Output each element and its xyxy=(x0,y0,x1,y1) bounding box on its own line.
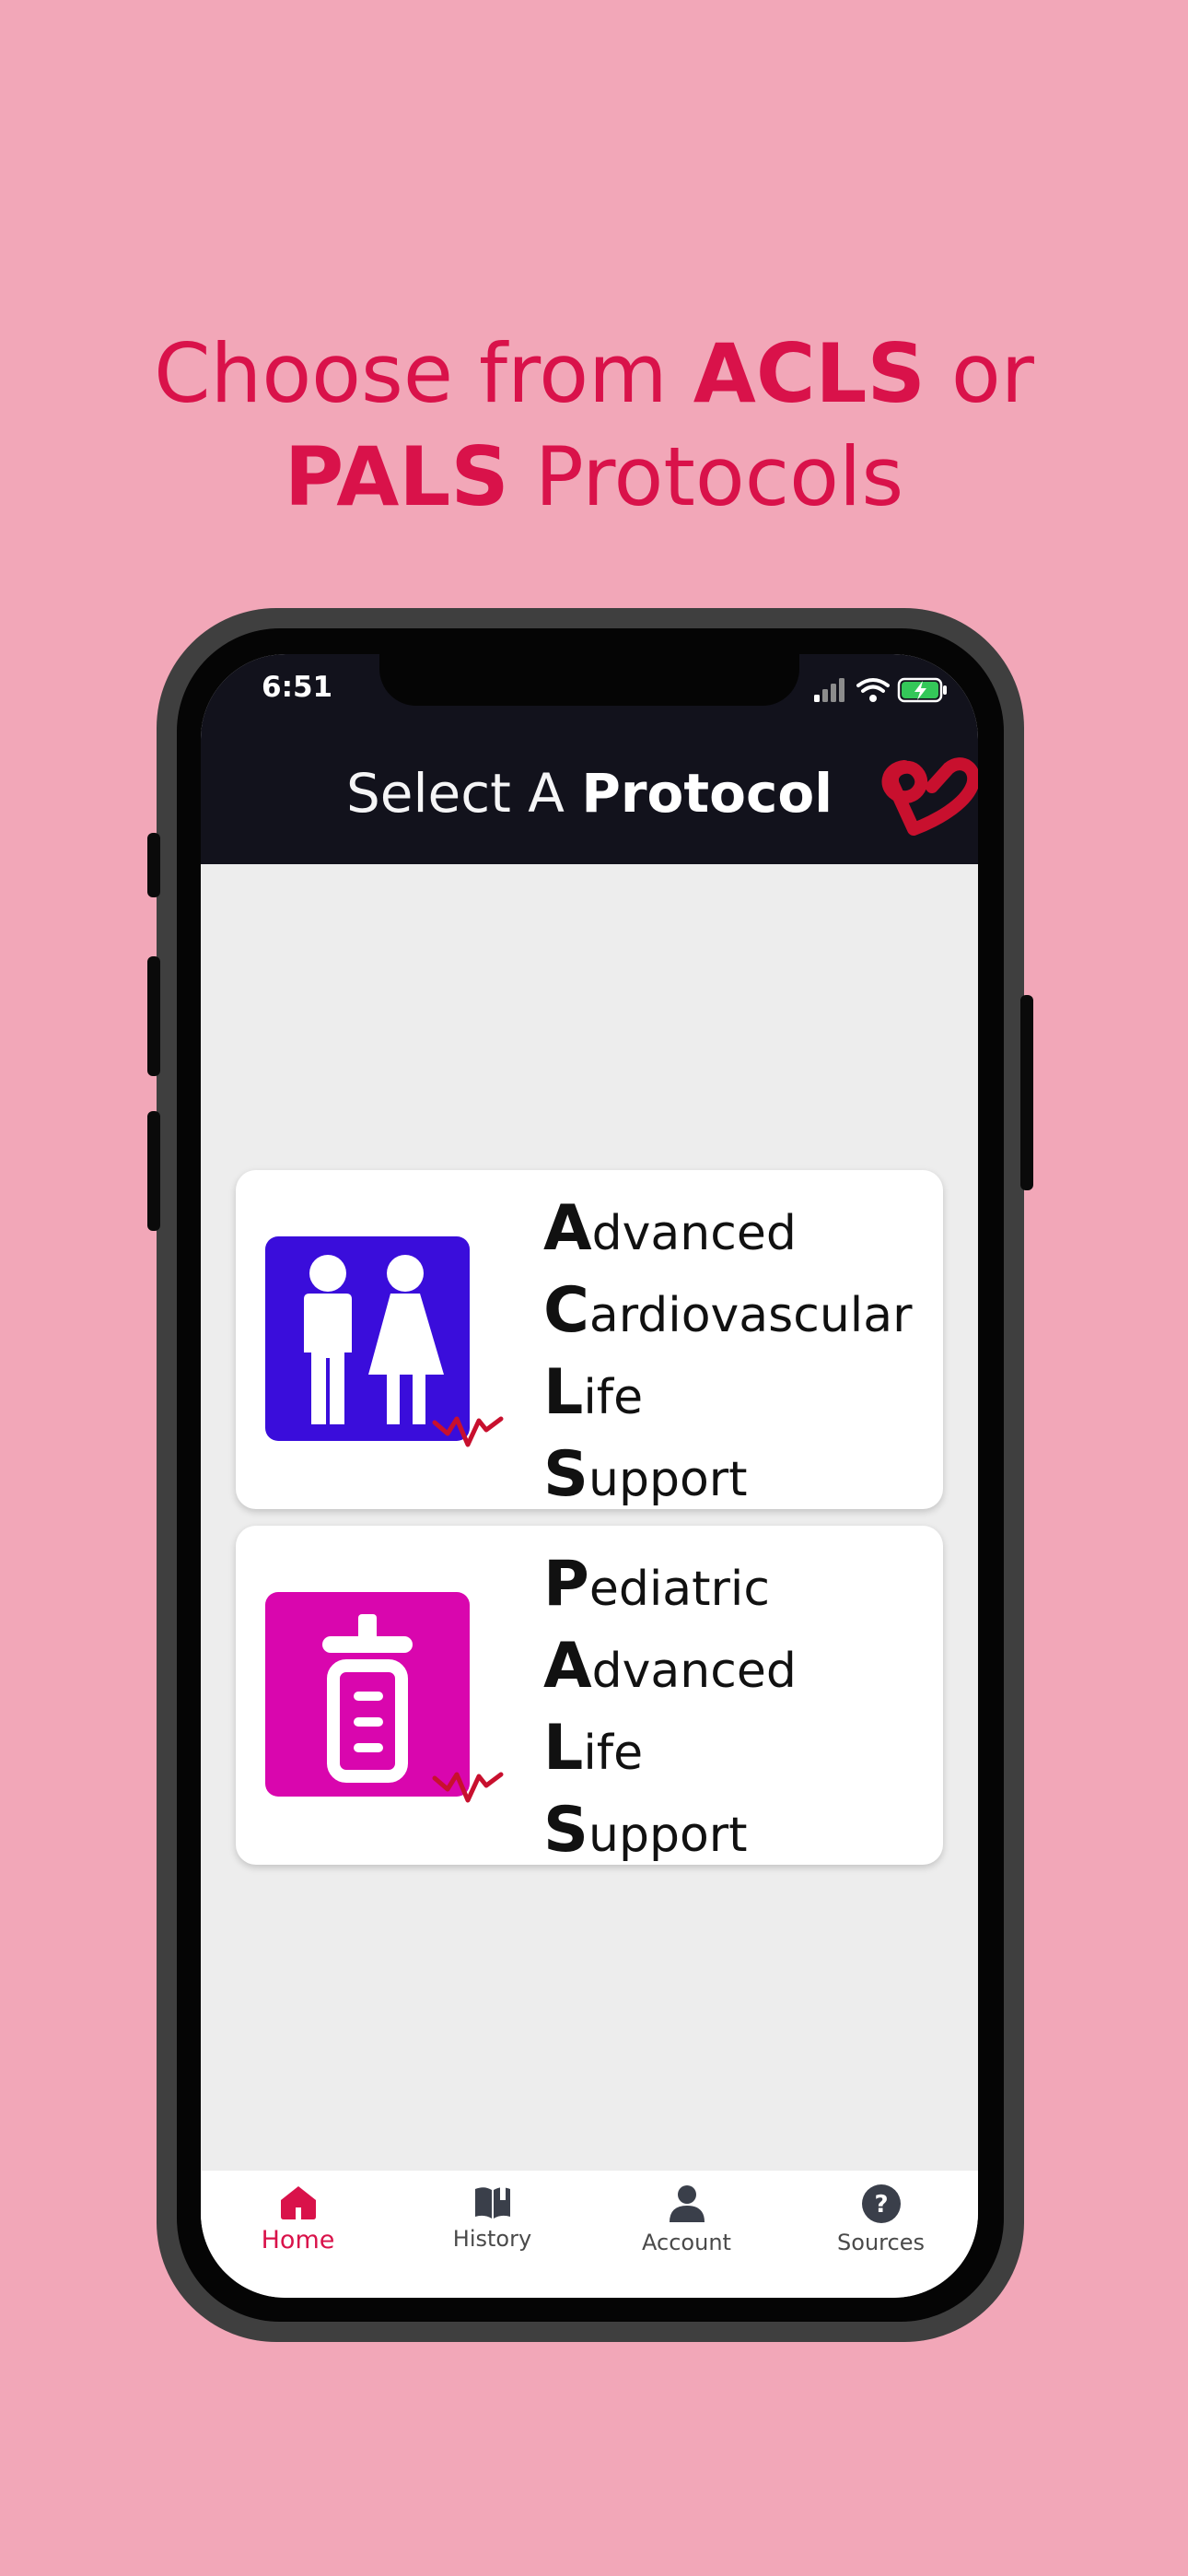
tab-label: Sources xyxy=(837,2230,925,2255)
person-icon xyxy=(669,2185,705,2222)
acronym-letter: L xyxy=(543,1712,584,1785)
headline-line-2: PALS Protocols xyxy=(0,426,1188,529)
headline-text: Choose from xyxy=(154,326,693,421)
headline-text: or xyxy=(925,326,1034,421)
headline-acls: ACLS xyxy=(693,326,926,421)
phone-volume-down xyxy=(147,1111,160,1231)
tab-home[interactable]: Home xyxy=(201,2184,395,2285)
adult-figures-icon xyxy=(265,1236,504,1447)
acronym-word: upport xyxy=(588,1808,748,1863)
phone-power-button xyxy=(1020,995,1033,1190)
brand-heart-logo-icon xyxy=(881,757,978,836)
signal-icon xyxy=(814,678,844,702)
acronym-row: Life xyxy=(543,1354,912,1436)
wifi-icon xyxy=(856,678,890,702)
acronym-row: Advanced xyxy=(543,1628,797,1710)
acronym-row: Pediatric xyxy=(543,1546,797,1628)
acronym-letter: P xyxy=(543,1548,589,1621)
acls-acronym: Advanced Cardiovascular Life Support xyxy=(543,1190,912,1518)
acronym-row: Life xyxy=(543,1710,797,1792)
acronym-word: dvanced xyxy=(591,1644,797,1699)
acronym-row: Support xyxy=(543,1436,912,1518)
tab-sources[interactable]: ? Sources xyxy=(784,2184,978,2285)
acronym-letter: L xyxy=(543,1356,584,1429)
acronym-letter: S xyxy=(543,1438,588,1511)
acronym-word: upport xyxy=(588,1452,748,1507)
acronym-row: Support xyxy=(543,1792,797,1874)
tab-label: History xyxy=(452,2226,532,2252)
baby-bottle-icon xyxy=(265,1592,504,1803)
question-circle-icon: ? xyxy=(861,2184,901,2223)
tab-label: Account xyxy=(642,2230,731,2255)
acronym-letter: S xyxy=(543,1794,588,1867)
acronym-letter: A xyxy=(543,1630,592,1703)
tab-account[interactable]: Account xyxy=(589,2184,784,2285)
tab-history[interactable]: History xyxy=(395,2184,589,2285)
acls-protocol-card[interactable]: Advanced Cardiovascular Life Support xyxy=(236,1170,943,1511)
headline: Choose from ACLS or PALS Protocols xyxy=(0,322,1188,529)
acronym-row: Cardiovascular xyxy=(543,1272,912,1354)
acronym-word: ife xyxy=(583,1370,644,1425)
svg-text:?: ? xyxy=(874,2191,888,2219)
headline-pals: PALS xyxy=(284,429,509,524)
acronym-word: ediatric xyxy=(588,1562,770,1617)
acronym-letter: A xyxy=(543,1192,592,1265)
page-title-bold: Protocol xyxy=(581,762,833,825)
status-icons xyxy=(812,674,950,706)
home-icon xyxy=(280,2186,316,2219)
phone-volume-up xyxy=(147,956,160,1076)
acronym-word: ardiovascular xyxy=(588,1288,913,1343)
acronym-row: Advanced xyxy=(543,1190,912,1272)
page-title-light: Select A xyxy=(345,762,582,825)
phone-silent-switch xyxy=(147,833,160,897)
tab-label: Home xyxy=(261,2226,335,2254)
headline-text: Protocols xyxy=(508,429,904,524)
status-time: 6:51 xyxy=(262,671,333,704)
book-icon xyxy=(474,2187,510,2219)
phone-notch xyxy=(379,654,799,706)
page-title: Select A Protocol xyxy=(201,761,978,825)
battery-charging-icon xyxy=(897,677,947,703)
app-header: 6:51 Select A Protocol xyxy=(201,654,978,864)
pals-protocol-card[interactable]: Pediatric Advanced Life Support xyxy=(236,1526,943,1867)
tab-bar: Home History Account ? Sources xyxy=(201,2171,978,2298)
pals-acronym: Pediatric Advanced Life Support xyxy=(543,1546,797,1874)
acronym-letter: C xyxy=(543,1274,589,1347)
acronym-word: dvanced xyxy=(591,1206,797,1261)
headline-line-1: Choose from ACLS or xyxy=(0,322,1188,426)
app-screen: 6:51 Select A Protocol Advanced Cardiova… xyxy=(201,654,978,2298)
acronym-word: ife xyxy=(583,1726,644,1781)
